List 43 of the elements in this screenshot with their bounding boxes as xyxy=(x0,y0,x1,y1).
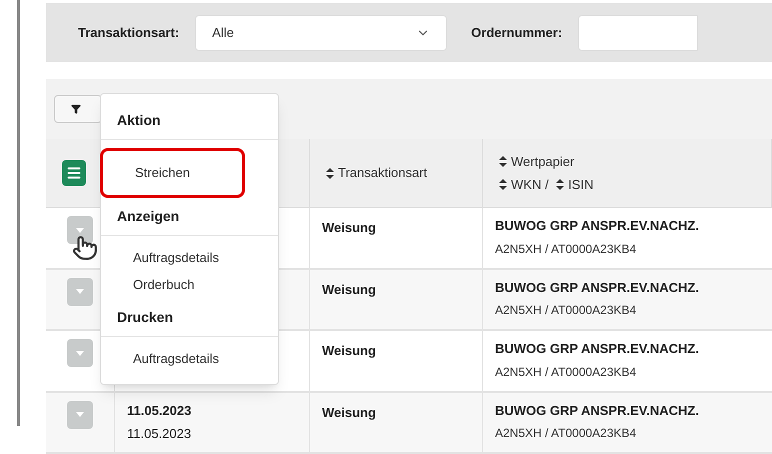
transaction-type: Weisung xyxy=(322,343,376,358)
menu-heading: Drucken xyxy=(116,308,174,326)
security-name: BUWOG GRP ANSPR.EV.NACHZ. xyxy=(495,402,700,420)
column-header[interactable]: Wertpapier xyxy=(511,152,574,172)
security-codes: A2N5XH / AT0000A23KB4 xyxy=(495,364,638,381)
menu-item[interactable]: Streichen xyxy=(100,148,245,198)
menu-heading: Aktion xyxy=(116,111,162,130)
transaction-type: Weisung xyxy=(322,282,376,297)
caret-icon xyxy=(76,412,84,418)
row-dropdown-button[interactable] xyxy=(67,216,93,244)
caret-icon xyxy=(76,228,84,233)
menu-item[interactable]: Auftragsdetails xyxy=(101,344,278,372)
filter-button[interactable] xyxy=(54,95,102,124)
select-field[interactable]: Alle xyxy=(195,14,448,51)
caret-icon xyxy=(76,289,84,294)
filter-icon xyxy=(71,104,81,114)
menu-item[interactable]: Orderbuch xyxy=(101,271,278,298)
sort-icon[interactable] xyxy=(326,168,334,179)
input-field[interactable] xyxy=(578,14,698,51)
filter-label: Ordernummer: xyxy=(471,24,562,42)
security-codes: A2N5XH / AT0000A23KB4 xyxy=(495,302,638,320)
security-codes: A2N5XH / AT0000A23KB4 xyxy=(495,240,638,258)
menu-button[interactable] xyxy=(62,160,86,186)
menu-icon xyxy=(66,165,82,182)
date-text: 11.05.2023 xyxy=(127,402,192,420)
sort-icon[interactable] xyxy=(556,179,564,190)
transaction-type: Weisung xyxy=(322,404,376,420)
menu-heading: Anzeigen xyxy=(116,206,180,226)
filter-label: Transaktionsart: xyxy=(78,24,180,42)
date-text: 11.05.2023 xyxy=(127,425,192,444)
menu-item[interactable]: Auftragsdetails xyxy=(101,244,278,271)
hand-cursor-icon xyxy=(72,235,98,261)
security-name: BUWOG GRP ANSPR.EV.NACHZ. xyxy=(495,340,700,358)
sort-icon[interactable] xyxy=(499,156,507,167)
column-header[interactable]: ISIN xyxy=(568,175,594,195)
security-name: BUWOG GRP ANSPR.EV.NACHZ. xyxy=(495,278,700,297)
column-header[interactable]: WKN / xyxy=(511,175,552,195)
transaction-type: Weisung xyxy=(322,220,376,236)
caret-icon xyxy=(76,350,84,356)
sort-icon[interactable] xyxy=(499,179,507,190)
security-name: BUWOG GRP ANSPR.EV.NACHZ. xyxy=(495,217,700,236)
column-header[interactable]: Transaktionsart xyxy=(338,163,428,183)
security-codes: A2N5XH / AT0000A23KB4 xyxy=(495,425,638,442)
